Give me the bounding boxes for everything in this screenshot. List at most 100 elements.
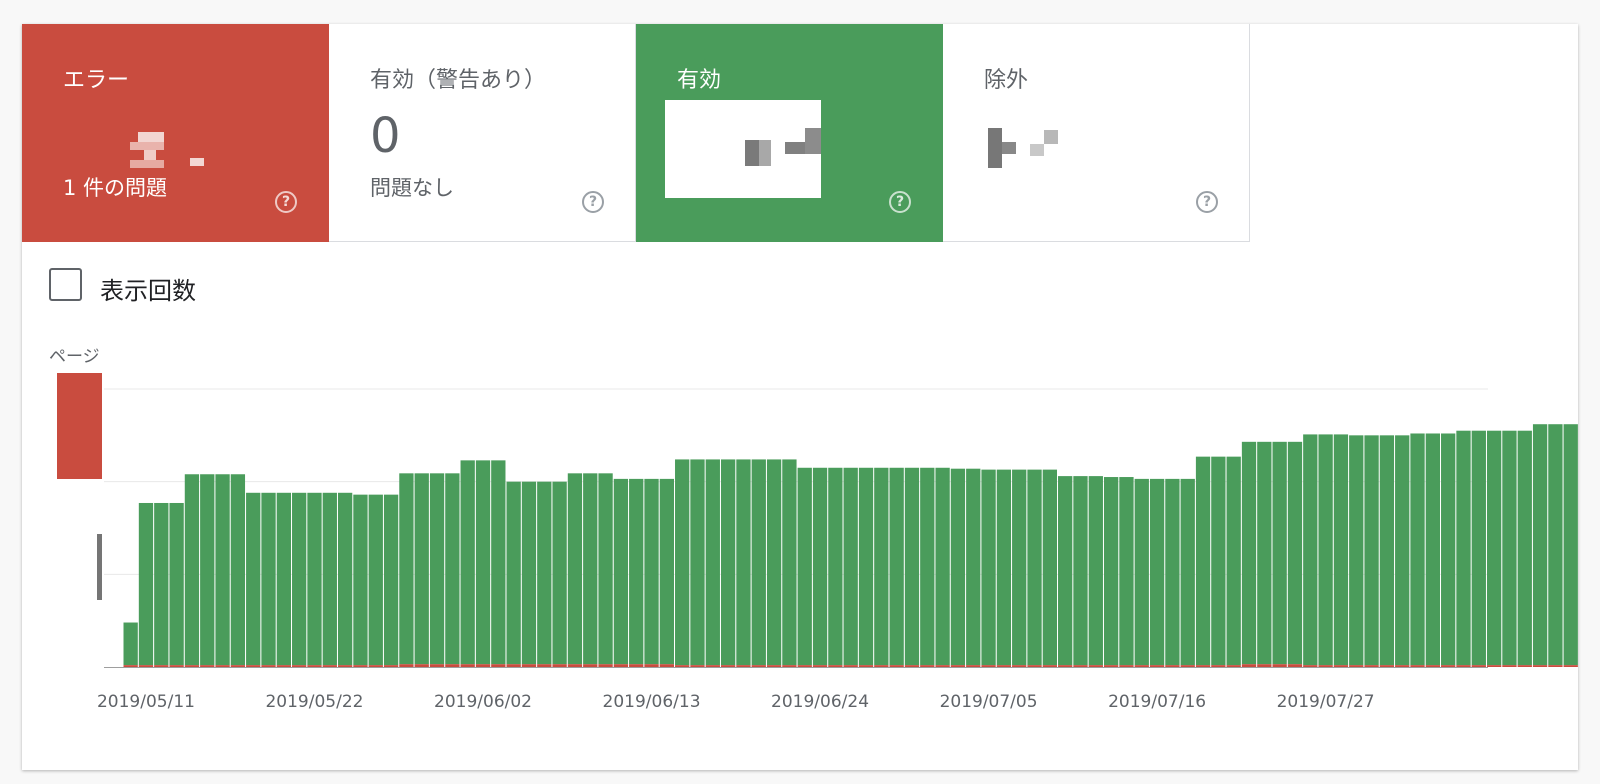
- bar-error[interactable]: [169, 665, 184, 667]
- bar-error[interactable]: [1180, 665, 1195, 667]
- bar-error[interactable]: [1517, 665, 1532, 667]
- help-icon[interactable]: ?: [582, 191, 604, 213]
- bar-error[interactable]: [705, 665, 720, 667]
- bar-error[interactable]: [138, 665, 154, 667]
- bar-error[interactable]: [751, 665, 766, 667]
- valid-tile[interactable]: 有効 ?: [636, 24, 943, 242]
- bar-error[interactable]: [736, 665, 751, 667]
- bar-error[interactable]: [567, 664, 583, 667]
- bar-error[interactable]: [1272, 664, 1287, 667]
- bar-valid[interactable]: [246, 492, 261, 666]
- bar-valid[interactable]: [1088, 476, 1103, 666]
- bar-valid[interactable]: [705, 459, 720, 666]
- bar-valid[interactable]: [154, 502, 169, 666]
- bar-valid[interactable]: [261, 492, 276, 666]
- bar-valid[interactable]: [1241, 441, 1257, 665]
- bar-error[interactable]: [1287, 664, 1303, 667]
- bar-valid[interactable]: [1548, 424, 1563, 666]
- bar-valid[interactable]: [644, 478, 659, 665]
- bar-error[interactable]: [1211, 665, 1226, 667]
- excluded-tile[interactable]: 除外 ?: [943, 24, 1250, 242]
- bar-error[interactable]: [766, 665, 782, 667]
- bar-valid[interactable]: [230, 474, 246, 666]
- bar-error[interactable]: [276, 665, 291, 667]
- bar-error[interactable]: [353, 665, 368, 667]
- bar-valid[interactable]: [950, 468, 966, 666]
- bar-valid[interactable]: [843, 467, 858, 666]
- bar-error[interactable]: [1241, 664, 1257, 667]
- bar-error[interactable]: [812, 665, 828, 667]
- bar-valid[interactable]: [1180, 478, 1195, 666]
- bar-error[interactable]: [1441, 665, 1456, 667]
- bar-error[interactable]: [843, 665, 858, 667]
- help-icon[interactable]: ?: [275, 191, 297, 213]
- bar-valid[interactable]: [1027, 469, 1042, 666]
- bar-error[interactable]: [858, 665, 874, 667]
- bar-error[interactable]: [154, 665, 169, 667]
- bar-error[interactable]: [1333, 665, 1349, 667]
- bar-valid[interactable]: [383, 494, 399, 666]
- warning-tile[interactable]: 有効（警告あり） 0 問題なし ?: [329, 24, 636, 242]
- bar-error[interactable]: [1134, 665, 1149, 667]
- bar-valid[interactable]: [368, 494, 383, 666]
- bar-valid[interactable]: [537, 481, 552, 665]
- bar-valid[interactable]: [1012, 469, 1027, 666]
- bar-valid[interactable]: [399, 473, 414, 665]
- bar-valid[interactable]: [1395, 435, 1410, 666]
- bar-valid[interactable]: [215, 474, 230, 666]
- bar-valid[interactable]: [659, 478, 674, 665]
- bar-error[interactable]: [445, 664, 460, 667]
- bar-error[interactable]: [230, 665, 246, 667]
- bar-error[interactable]: [1195, 665, 1211, 667]
- bar-valid[interactable]: [751, 459, 766, 666]
- bar-valid[interactable]: [353, 494, 368, 666]
- bar-valid[interactable]: [1257, 441, 1272, 665]
- bar-error[interactable]: [337, 665, 353, 667]
- bar-error[interactable]: [200, 665, 215, 667]
- bar-error[interactable]: [1471, 665, 1486, 667]
- bar-error[interactable]: [491, 664, 506, 667]
- bar-valid[interactable]: [1165, 478, 1180, 666]
- bar-error[interactable]: [797, 665, 812, 667]
- bar-valid[interactable]: [828, 467, 843, 666]
- bar-error[interactable]: [935, 665, 950, 667]
- bar-error[interactable]: [123, 665, 138, 667]
- bar-valid[interactable]: [1364, 435, 1379, 666]
- bar-valid[interactable]: [1456, 430, 1471, 666]
- bar-valid[interactable]: [1517, 430, 1532, 666]
- bar-valid[interactable]: [675, 459, 690, 666]
- bar-valid[interactable]: [613, 478, 629, 665]
- help-icon[interactable]: ?: [889, 191, 911, 213]
- bar-valid[interactable]: [429, 473, 445, 665]
- bar-valid[interactable]: [322, 492, 337, 666]
- bar-error[interactable]: [1058, 665, 1073, 667]
- bar-valid[interactable]: [276, 492, 291, 666]
- bar-error[interactable]: [629, 664, 644, 667]
- bar-error[interactable]: [1425, 665, 1440, 667]
- bar-error[interactable]: [966, 665, 981, 667]
- bar-valid[interactable]: [337, 492, 353, 666]
- bar-valid[interactable]: [1103, 477, 1119, 666]
- bar-valid[interactable]: [414, 473, 429, 665]
- bar-valid[interactable]: [292, 492, 307, 666]
- bar-valid[interactable]: [1333, 434, 1349, 666]
- bar-error[interactable]: [1563, 665, 1578, 667]
- bar-valid[interactable]: [1471, 430, 1486, 666]
- bar-valid[interactable]: [169, 502, 184, 666]
- bar-valid[interactable]: [1425, 433, 1440, 666]
- bar-valid[interactable]: [981, 469, 996, 666]
- bar-valid[interactable]: [1272, 441, 1287, 665]
- bar-error[interactable]: [1165, 665, 1180, 667]
- bar-error[interactable]: [1257, 664, 1272, 667]
- bar-error[interactable]: [1318, 665, 1333, 667]
- help-icon[interactable]: ?: [1196, 191, 1218, 213]
- impressions-checkbox[interactable]: [49, 268, 82, 301]
- bar-error[interactable]: [981, 665, 996, 667]
- bar-valid[interactable]: [720, 459, 736, 666]
- bar-valid[interactable]: [123, 622, 138, 666]
- bar-error[interactable]: [307, 665, 322, 667]
- bar-valid[interactable]: [475, 460, 491, 665]
- bar-valid[interactable]: [1042, 469, 1057, 666]
- bar-valid[interactable]: [858, 467, 874, 666]
- bar-valid[interactable]: [552, 481, 567, 665]
